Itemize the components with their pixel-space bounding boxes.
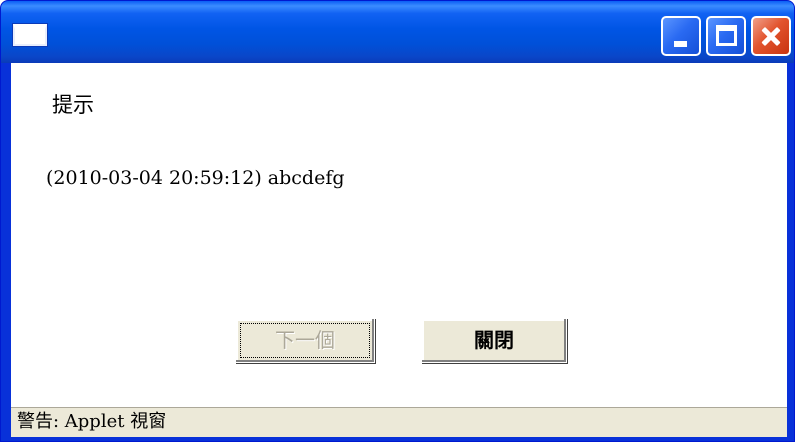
minimize-icon	[674, 41, 687, 47]
maximize-icon	[716, 25, 737, 46]
dialog-content: 提示 (2010-03-04 20:59:12) abcdefg 下一個 關閉	[11, 63, 787, 407]
dialog-title: 提示	[52, 93, 94, 117]
focus-ring	[240, 323, 370, 358]
next-button[interactable]: 下一個	[235, 318, 375, 363]
applet-window: 提示 (2010-03-04 20:59:12) abcdefg 下一個 關閉 …	[0, 0, 795, 442]
minimize-button[interactable]	[661, 16, 701, 56]
applet-warning-bar: 警告: Applet 視窗	[11, 407, 787, 437]
window-icon[interactable]	[13, 24, 47, 46]
title-bar[interactable]	[1, 1, 794, 63]
close-icon	[753, 18, 789, 54]
close-window-button[interactable]	[751, 16, 791, 56]
close-button[interactable]: 關閉	[421, 318, 567, 363]
maximize-button[interactable]	[706, 16, 746, 56]
message-text: (2010-03-04 20:59:12) abcdefg	[46, 167, 345, 189]
